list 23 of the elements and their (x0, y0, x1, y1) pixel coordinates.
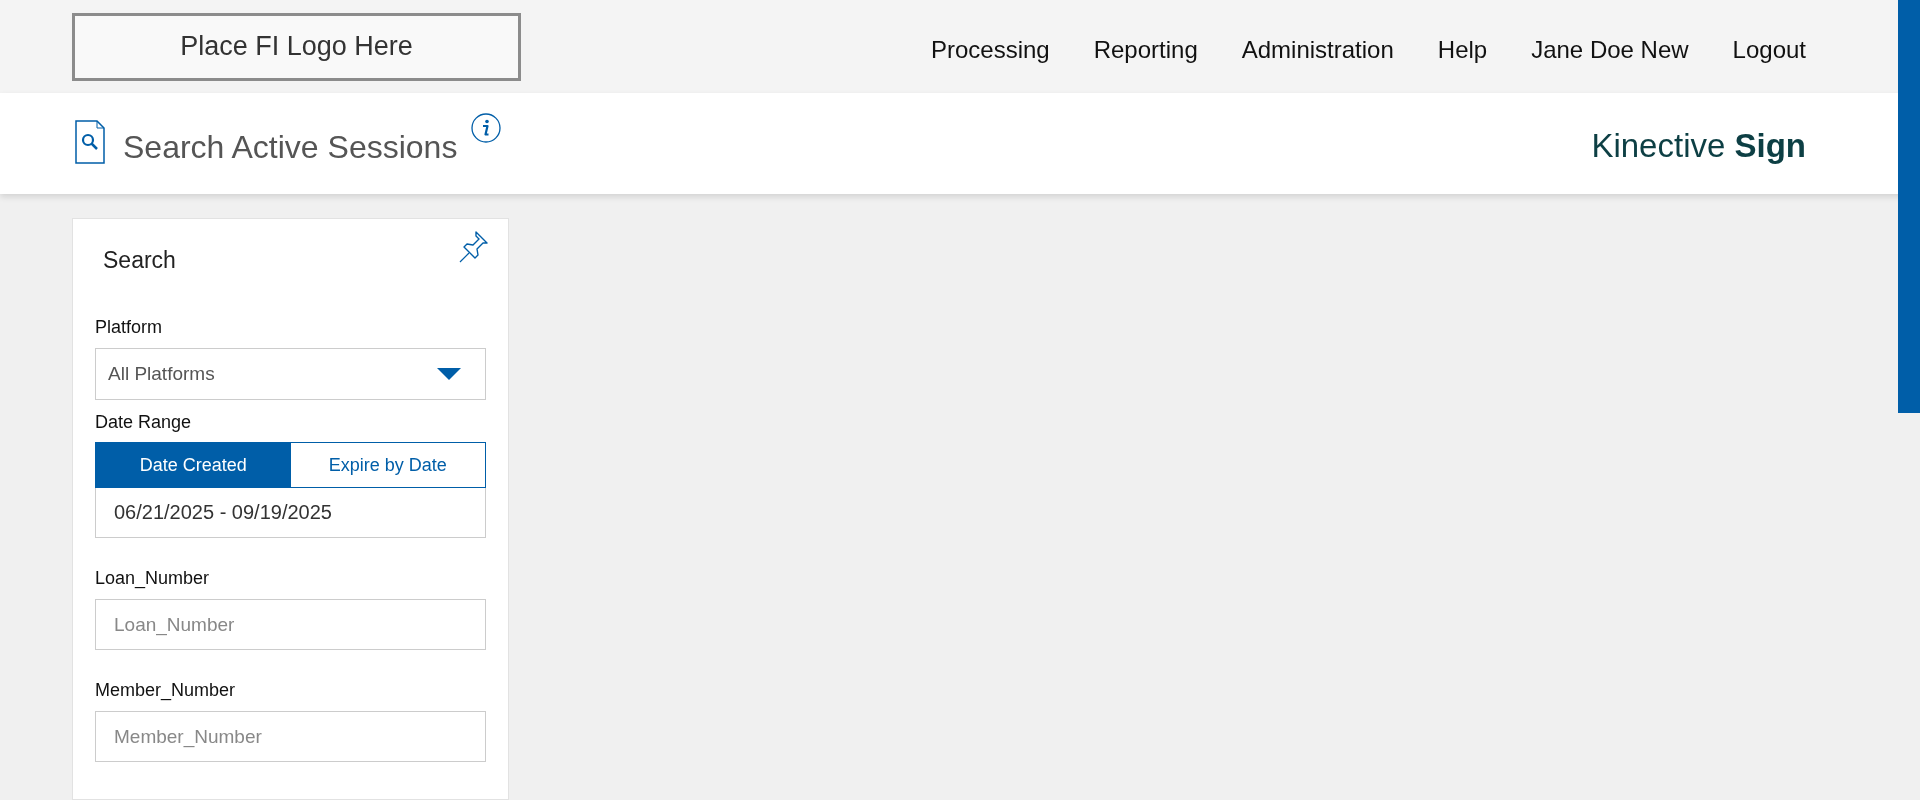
field-label: Loan_Number (95, 568, 211, 589)
field-label: Platform (95, 317, 164, 338)
field-label: Date Range (95, 412, 193, 433)
page-title: Search Active Sessions (123, 129, 458, 166)
nav-link[interactable]: Jane Doe New (1531, 35, 1689, 64)
input-field[interactable]: Loan_Number (95, 599, 486, 650)
date-type-tab[interactable]: Date Created (96, 443, 291, 487)
info-icon[interactable] (471, 113, 502, 143)
nav-link[interactable]: Help (1437, 35, 1488, 64)
input-field[interactable]: Member_Number (95, 711, 486, 762)
dropdown-caret-icon (437, 368, 461, 380)
platform-dropdown[interactable]: All Platforms (95, 348, 486, 400)
pin-icon[interactable] (458, 229, 490, 265)
panel-title: Search (103, 247, 176, 274)
nav-link[interactable]: Processing (930, 35, 1050, 64)
field-label: Member_Number (95, 680, 237, 701)
document-search-icon (75, 119, 105, 164)
date-range-field[interactable]: 06/21/2025 - 09/19/2025 (95, 488, 486, 538)
nav-link[interactable]: Logout (1732, 35, 1806, 64)
nav-link[interactable]: Reporting (1093, 35, 1198, 64)
brand-logo: Kinective Sign (1591, 126, 1806, 165)
nav-link[interactable]: Administration (1241, 35, 1394, 64)
logo-banner: Place FI Logo Here (72, 12, 521, 81)
